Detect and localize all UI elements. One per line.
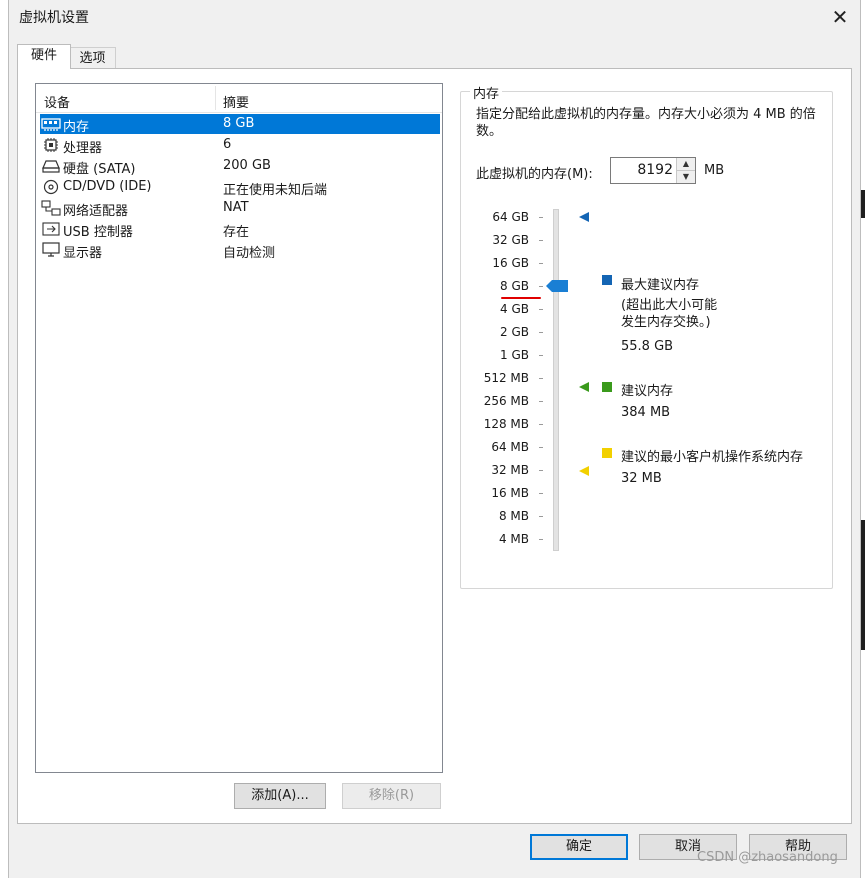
- cd-dvd-icon: [43, 179, 59, 195]
- device-name: 网络适配器: [63, 204, 129, 219]
- device-summary: 正在使用未知后端: [223, 183, 328, 198]
- device-row-network-adapter[interactable]: 网络适配器 NAT: [40, 198, 440, 219]
- scale-label: 1 GB: [500, 348, 529, 362]
- vm-settings-dialog: 虚拟机设置 ✕ 硬件 选项 设备 摘要 内存 8 GB 处理器 6 硬盘 (SA…: [8, 0, 861, 878]
- scale-label: 32 GB: [492, 233, 529, 247]
- memory-description: 指定分配给此虚拟机的内存量。内存大小必须为 4 MB 的倍数。: [476, 107, 816, 139]
- scale-label: 4 GB: [500, 302, 529, 316]
- device-row-processor[interactable]: 处理器 6: [40, 135, 440, 156]
- memory-size-label: 此虚拟机的内存(M):: [476, 167, 593, 182]
- min-guest-value: 32 MB: [621, 471, 662, 486]
- memory-slider-thumb[interactable]: [546, 280, 568, 292]
- stepper-buttons: ▲ ▼: [676, 158, 695, 183]
- memory-icon: [41, 118, 61, 131]
- scale-label: 64 MB: [491, 440, 529, 454]
- scale-tick: [539, 378, 543, 379]
- ok-button[interactable]: 确定: [530, 834, 628, 860]
- title-bar: 虚拟机设置 ✕: [9, 0, 860, 34]
- harddisk-icon: [42, 160, 60, 173]
- device-name: 处理器: [63, 141, 103, 156]
- close-icon[interactable]: ✕: [827, 4, 853, 30]
- min-guest-marker-icon: [579, 466, 589, 476]
- memory-unit-label: MB: [704, 163, 725, 178]
- device-row-memory[interactable]: 内存 8 GB: [40, 114, 440, 135]
- remove-device-button[interactable]: 移除(R): [342, 783, 441, 809]
- min-guest-legend-icon: [602, 448, 612, 458]
- scale-tick: [539, 355, 543, 356]
- scale-tick: [539, 240, 543, 241]
- max-recommended-marker-icon: [579, 212, 589, 222]
- usb-icon: [42, 222, 60, 236]
- device-summary: 存在: [223, 225, 250, 240]
- scale-tick: [539, 470, 543, 471]
- stepper-up-icon[interactable]: ▲: [677, 158, 695, 171]
- device-name: 内存: [63, 120, 90, 135]
- recommended-title: 建议内存: [621, 384, 674, 399]
- tab-options[interactable]: 选项: [69, 47, 116, 69]
- device-row-usb[interactable]: USB 控制器 存在: [40, 219, 440, 240]
- recommended-marker-icon: [579, 382, 589, 392]
- memory-group-title: 内存: [470, 83, 503, 102]
- recommended-value: 384 MB: [621, 405, 671, 420]
- scale-tick: [539, 447, 543, 448]
- scale-tick: [539, 424, 543, 425]
- scale-tick: [539, 309, 543, 310]
- device-summary: NAT: [223, 200, 249, 215]
- device-row-display[interactable]: 显示器 自动检测: [40, 240, 440, 261]
- device-row-cd-dvd[interactable]: CD/DVD (IDE) 正在使用未知后端: [40, 177, 440, 198]
- column-separator[interactable]: [215, 86, 216, 110]
- scale-label: 2 GB: [500, 325, 529, 339]
- device-summary: 200 GB: [223, 158, 271, 173]
- max-recommended-note: 发生内存交换。): [621, 315, 711, 330]
- scale-label: 8 GB: [500, 279, 529, 293]
- device-name: 显示器: [63, 246, 103, 261]
- device-summary: 6: [223, 137, 232, 152]
- device-summary: 自动检测: [223, 246, 276, 261]
- column-header-device[interactable]: 设备: [44, 92, 70, 111]
- max-recommended-note: (超出此大小可能: [621, 298, 718, 313]
- device-summary: 8 GB: [223, 116, 255, 131]
- scale-label: 128 MB: [483, 417, 529, 431]
- column-header-summary[interactable]: 摘要: [223, 92, 249, 111]
- scale-label: 64 GB: [492, 210, 529, 224]
- scale-tick: [539, 516, 543, 517]
- processor-icon: [44, 138, 58, 152]
- device-name: CD/DVD (IDE): [63, 179, 152, 194]
- scale-label: 16 MB: [491, 486, 529, 500]
- scale-tick: [539, 217, 543, 218]
- scale-label: 32 MB: [491, 463, 529, 477]
- scale-label: 4 MB: [498, 532, 529, 546]
- device-name: 硬盘 (SATA): [63, 162, 136, 177]
- scale-label: 512 MB: [483, 371, 529, 385]
- stepper-down-icon[interactable]: ▼: [677, 171, 695, 183]
- red-annotation-underline: [501, 297, 541, 299]
- min-guest-title: 建议的最小客户机操作系统内存: [621, 450, 804, 465]
- scale-label: 16 GB: [492, 256, 529, 270]
- scale-tick: [539, 539, 543, 540]
- memory-size-input[interactable]: 8192: [637, 162, 673, 178]
- network-adapter-icon: [41, 200, 61, 216]
- max-recommended-value: 55.8 GB: [621, 339, 674, 354]
- device-list-header: 设备 摘要: [36, 84, 442, 113]
- recommended-legend-icon: [602, 382, 612, 392]
- scale-tick: [539, 332, 543, 333]
- max-recommended-title: 最大建议内存: [621, 278, 700, 293]
- scale-label: 8 MB: [498, 509, 529, 523]
- device-row-harddisk[interactable]: 硬盘 (SATA) 200 GB: [40, 156, 440, 177]
- tab-hardware[interactable]: 硬件: [17, 44, 71, 69]
- scale-tick: [539, 263, 543, 264]
- scale-tick: [539, 401, 543, 402]
- scale-label: 256 MB: [483, 394, 529, 408]
- memory-slider-track[interactable]: [553, 209, 559, 551]
- display-icon: [42, 242, 60, 257]
- scale-tick: [539, 493, 543, 494]
- window-title: 虚拟机设置: [19, 10, 89, 26]
- scale-tick: [539, 286, 543, 287]
- device-name: USB 控制器: [63, 225, 133, 240]
- memory-size-stepper[interactable]: 8192 ▲ ▼: [610, 157, 696, 184]
- device-list[interactable]: 设备 摘要 内存 8 GB 处理器 6 硬盘 (SATA) 200 GB CD/…: [35, 83, 443, 773]
- max-recommended-legend-icon: [602, 275, 612, 285]
- csdn-watermark: CSDN @zhaosandong: [697, 850, 838, 865]
- add-device-button[interactable]: 添加(A)...: [234, 783, 326, 809]
